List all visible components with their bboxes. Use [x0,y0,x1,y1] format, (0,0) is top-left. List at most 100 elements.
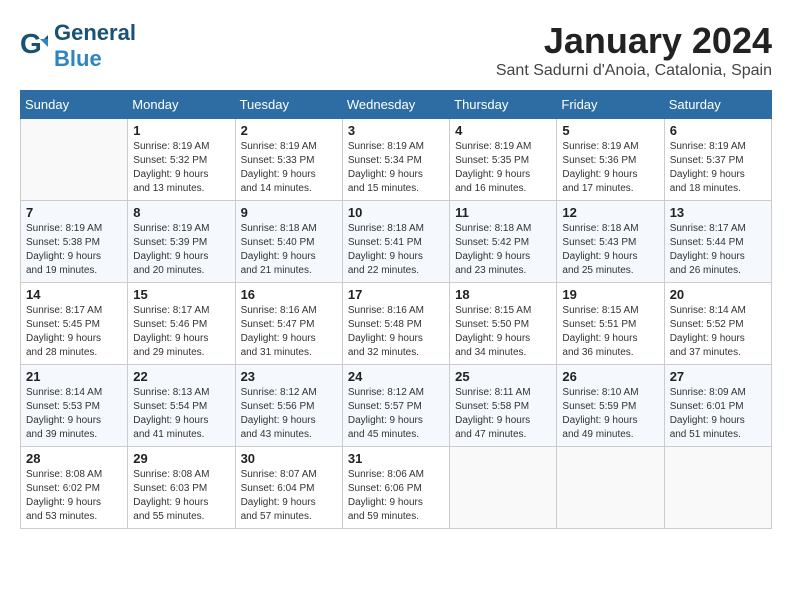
calendar-cell: 25 Sunrise: 8:11 AM Sunset: 5:58 PM Dayli… [450,365,557,447]
calendar-cell: 5 Sunrise: 8:19 AM Sunset: 5:36 PM Daylig… [557,119,664,201]
day-info: Sunrise: 8:17 AM Sunset: 5:45 PM Dayligh… [26,304,122,360]
day-info: Sunrise: 8:19 AM Sunset: 5:34 PM Dayligh… [348,140,444,196]
svg-text:G: G [20,31,42,59]
day-info: Sunrise: 8:17 AM Sunset: 5:44 PM Dayligh… [670,222,766,278]
calendar-cell: 11 Sunrise: 8:18 AM Sunset: 5:42 PM Dayli… [450,201,557,283]
calendar-cell: 26 Sunrise: 8:10 AM Sunset: 5:59 PM Dayli… [557,365,664,447]
day-info: Sunrise: 8:07 AM Sunset: 6:04 PM Dayligh… [241,468,337,524]
day-number: 3 [348,123,444,138]
day-number: 21 [26,369,122,384]
calendar-cell: 20 Sunrise: 8:14 AM Sunset: 5:52 PM Dayli… [664,283,771,365]
header: G General Blue January 2024 Sant Sadurni… [20,20,772,80]
title-area: January 2024 Sant Sadurni d'Anoia, Catal… [496,20,772,80]
logo-general-text: General [54,20,136,45]
day-number: 26 [562,369,658,384]
day-number: 6 [670,123,766,138]
day-info: Sunrise: 8:18 AM Sunset: 5:40 PM Dayligh… [241,222,337,278]
calendar-cell: 15 Sunrise: 8:17 AM Sunset: 5:46 PM Dayli… [128,283,235,365]
calendar-cell: 6 Sunrise: 8:19 AM Sunset: 5:37 PM Daylig… [664,119,771,201]
location-subtitle: Sant Sadurni d'Anoia, Catalonia, Spain [496,62,772,80]
day-info: Sunrise: 8:14 AM Sunset: 5:52 PM Dayligh… [670,304,766,360]
calendar-cell: 19 Sunrise: 8:15 AM Sunset: 5:51 PM Dayli… [557,283,664,365]
day-info: Sunrise: 8:19 AM Sunset: 5:39 PM Dayligh… [133,222,229,278]
day-number: 31 [348,451,444,466]
calendar-cell: 27Sunrise: 8:09 AM Sunset: 6:01 PM Dayli… [664,365,771,447]
day-info: Sunrise: 8:15 AM Sunset: 5:51 PM Dayligh… [562,304,658,360]
calendar-week-row: 7 Sunrise: 8:19 AM Sunset: 5:38 PM Daylig… [21,201,772,283]
day-number: 5 [562,123,658,138]
calendar-cell [664,447,771,529]
calendar-cell: 18 Sunrise: 8:15 AM Sunset: 5:50 PM Dayli… [450,283,557,365]
weekday-header-saturday: Saturday [664,91,771,119]
calendar-cell: 21 Sunrise: 8:14 AM Sunset: 5:53 PM Dayli… [21,365,128,447]
day-number: 9 [241,205,337,220]
calendar-cell: 13 Sunrise: 8:17 AM Sunset: 5:44 PM Dayli… [664,201,771,283]
day-number: 13 [670,205,766,220]
day-info: Sunrise: 8:08 AM Sunset: 6:03 PM Dayligh… [133,468,229,524]
day-number: 25 [455,369,551,384]
day-info: Sunrise: 8:18 AM Sunset: 5:41 PM Dayligh… [348,222,444,278]
day-number: 17 [348,287,444,302]
day-number: 19 [562,287,658,302]
calendar-table: SundayMondayTuesdayWednesdayThursdayFrid… [20,90,772,529]
calendar-cell: 29 Sunrise: 8:08 AM Sunset: 6:03 PM Dayli… [128,447,235,529]
calendar-cell: 22 Sunrise: 8:13 AM Sunset: 5:54 PM Dayli… [128,365,235,447]
day-number: 20 [670,287,766,302]
day-info: Sunrise: 8:16 AM Sunset: 5:48 PM Dayligh… [348,304,444,360]
calendar-cell: 30Sunrise: 8:07 AM Sunset: 6:04 PM Dayli… [235,447,342,529]
calendar-cell [450,447,557,529]
calendar-cell: 28Sunrise: 8:08 AM Sunset: 6:02 PM Dayli… [21,447,128,529]
calendar-cell: 17 Sunrise: 8:16 AM Sunset: 5:48 PM Dayli… [342,283,449,365]
logo: G General Blue [20,20,136,72]
day-info: Sunrise: 8:12 AM Sunset: 5:57 PM Dayligh… [348,386,444,442]
day-info: Sunrise: 8:18 AM Sunset: 5:42 PM Dayligh… [455,222,551,278]
calendar-week-row: 28Sunrise: 8:08 AM Sunset: 6:02 PM Dayli… [21,447,772,529]
day-info: Sunrise: 8:15 AM Sunset: 5:50 PM Dayligh… [455,304,551,360]
weekday-header-sunday: Sunday [21,91,128,119]
day-number: 24 [348,369,444,384]
calendar-cell: 12Sunrise: 8:18 AM Sunset: 5:43 PM Dayli… [557,201,664,283]
day-number: 14 [26,287,122,302]
day-info: Sunrise: 8:19 AM Sunset: 5:36 PM Dayligh… [562,140,658,196]
day-info: Sunrise: 8:14 AM Sunset: 5:53 PM Dayligh… [26,386,122,442]
calendar-cell: 2Sunrise: 8:19 AM Sunset: 5:33 PM Daylig… [235,119,342,201]
calendar-cell: 23 Sunrise: 8:12 AM Sunset: 5:56 PM Dayli… [235,365,342,447]
calendar-cell [557,447,664,529]
day-number: 1 [133,123,229,138]
day-number: 23 [241,369,337,384]
calendar-cell: 9 Sunrise: 8:18 AM Sunset: 5:40 PM Daylig… [235,201,342,283]
day-number: 15 [133,287,229,302]
day-number: 22 [133,369,229,384]
weekday-header-wednesday: Wednesday [342,91,449,119]
calendar-cell: 4Sunrise: 8:19 AM Sunset: 5:35 PM Daylig… [450,119,557,201]
day-info: Sunrise: 8:10 AM Sunset: 5:59 PM Dayligh… [562,386,658,442]
day-number: 29 [133,451,229,466]
day-number: 2 [241,123,337,138]
calendar-cell [21,119,128,201]
day-info: Sunrise: 8:18 AM Sunset: 5:43 PM Dayligh… [562,222,658,278]
day-number: 7 [26,205,122,220]
day-info: Sunrise: 8:13 AM Sunset: 5:54 PM Dayligh… [133,386,229,442]
day-info: Sunrise: 8:19 AM Sunset: 5:32 PM Dayligh… [133,140,229,196]
day-number: 18 [455,287,551,302]
day-info: Sunrise: 8:11 AM Sunset: 5:58 PM Dayligh… [455,386,551,442]
day-number: 4 [455,123,551,138]
calendar-cell: 31Sunrise: 8:06 AM Sunset: 6:06 PM Dayli… [342,447,449,529]
day-info: Sunrise: 8:12 AM Sunset: 5:56 PM Dayligh… [241,386,337,442]
day-info: Sunrise: 8:16 AM Sunset: 5:47 PM Dayligh… [241,304,337,360]
calendar-cell: 14 Sunrise: 8:17 AM Sunset: 5:45 PM Dayli… [21,283,128,365]
calendar-cell: 10Sunrise: 8:18 AM Sunset: 5:41 PM Dayli… [342,201,449,283]
day-info: Sunrise: 8:19 AM Sunset: 5:37 PM Dayligh… [670,140,766,196]
day-number: 16 [241,287,337,302]
day-number: 11 [455,205,551,220]
calendar-week-row: 21 Sunrise: 8:14 AM Sunset: 5:53 PM Dayli… [21,365,772,447]
calendar-week-row: 14 Sunrise: 8:17 AM Sunset: 5:45 PM Dayli… [21,283,772,365]
month-title: January 2024 [496,20,772,62]
calendar-cell: 24 Sunrise: 8:12 AM Sunset: 5:57 PM Dayli… [342,365,449,447]
day-number: 27 [670,369,766,384]
day-info: Sunrise: 8:19 AM Sunset: 5:38 PM Dayligh… [26,222,122,278]
calendar-cell: 1 Sunrise: 8:19 AM Sunset: 5:32 PM Daylig… [128,119,235,201]
day-info: Sunrise: 8:08 AM Sunset: 6:02 PM Dayligh… [26,468,122,524]
calendar-cell: 7 Sunrise: 8:19 AM Sunset: 5:38 PM Daylig… [21,201,128,283]
day-info: Sunrise: 8:17 AM Sunset: 5:46 PM Dayligh… [133,304,229,360]
